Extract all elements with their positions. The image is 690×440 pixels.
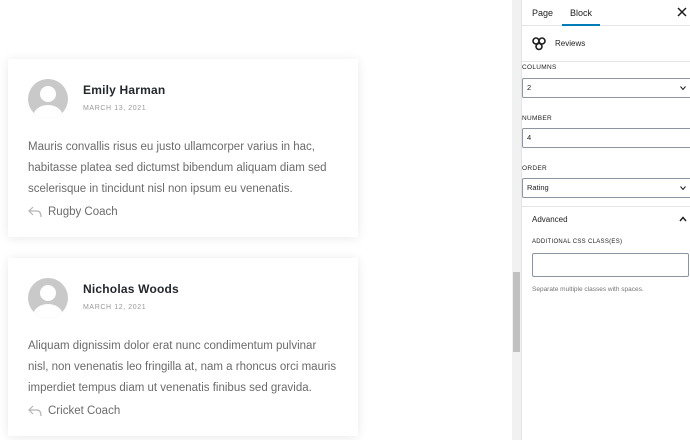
scrollbar-thumb[interactable]: [513, 272, 520, 352]
review-date: MARCH 12, 2021: [83, 304, 147, 311]
css-class-input[interactable]: [532, 253, 689, 277]
review-date: MARCH 13, 2021: [83, 105, 147, 112]
columns-value: 2: [527, 83, 532, 92]
number-value: 4: [527, 133, 532, 142]
advanced-panel-toggle[interactable]: Advanced: [522, 206, 690, 234]
review-text: Aliquam dignissim dolor erat nunc condim…: [28, 340, 337, 394]
order-value: Rating: [527, 183, 549, 192]
reviewer-role-label: Rugby Coach: [48, 206, 118, 218]
reviewer-name: Emily Harman: [83, 83, 166, 97]
reviewer-name: Nicholas Woods: [83, 282, 179, 296]
chevron-up-icon[interactable]: [679, 216, 687, 222]
order-label: ORDER: [522, 165, 547, 172]
user-avatar-icon: [28, 278, 68, 318]
columns-label: COLUMNS: [522, 64, 557, 71]
close-icon[interactable]: [676, 6, 688, 18]
reviewer-role: Rugby Coach: [28, 206, 338, 218]
css-class-label: ADDITIONAL CSS CLASS(ES): [532, 239, 623, 245]
user-avatar-icon: [28, 79, 68, 119]
reply-arrow-icon: [28, 405, 42, 417]
number-input[interactable]: 4: [522, 128, 690, 148]
sidebar-tabs: Page Block: [522, 0, 690, 26]
settings-sidebar: Page Block Reviews COLUMNS 2 NUMBER 4 OR…: [521, 0, 690, 440]
order-select[interactable]: Rating: [522, 178, 690, 198]
editor-canvas: Emily Harman MARCH 13, 2021 Mauris conva…: [0, 0, 512, 440]
canvas-scrollbar[interactable]: [512, 0, 521, 440]
block-settings-panel: COLUMNS 2 NUMBER 4 ORDER Rating: [522, 64, 690, 204]
reviewer-role-label: Cricket Coach: [48, 405, 121, 417]
reviewer-role: Cricket Coach: [28, 405, 338, 417]
columns-select[interactable]: 2: [522, 78, 690, 98]
review-card[interactable]: Nicholas Woods MARCH 12, 2021 Aliquam di…: [8, 258, 358, 436]
css-class-help: Separate multiple classes with spaces.: [532, 286, 644, 293]
chevron-down-icon: [680, 86, 686, 91]
number-label: NUMBER: [522, 115, 552, 122]
tab-page[interactable]: Page: [532, 0, 553, 26]
review-text: Mauris convallis risus eu justo ullamcor…: [28, 141, 327, 195]
review-header: Nicholas Woods MARCH 12, 2021: [28, 278, 338, 336]
chevron-down-icon: [680, 186, 686, 191]
review-card[interactable]: Emily Harman MARCH 13, 2021 Mauris conva…: [8, 59, 358, 237]
reviews-block-icon: [532, 37, 546, 51]
review-header: Emily Harman MARCH 13, 2021: [28, 79, 338, 137]
block-name: Reviews: [555, 39, 586, 48]
tab-block[interactable]: Block: [570, 0, 592, 26]
advanced-title: Advanced: [532, 215, 568, 224]
reply-arrow-icon: [28, 206, 42, 218]
block-card: Reviews: [522, 26, 690, 62]
